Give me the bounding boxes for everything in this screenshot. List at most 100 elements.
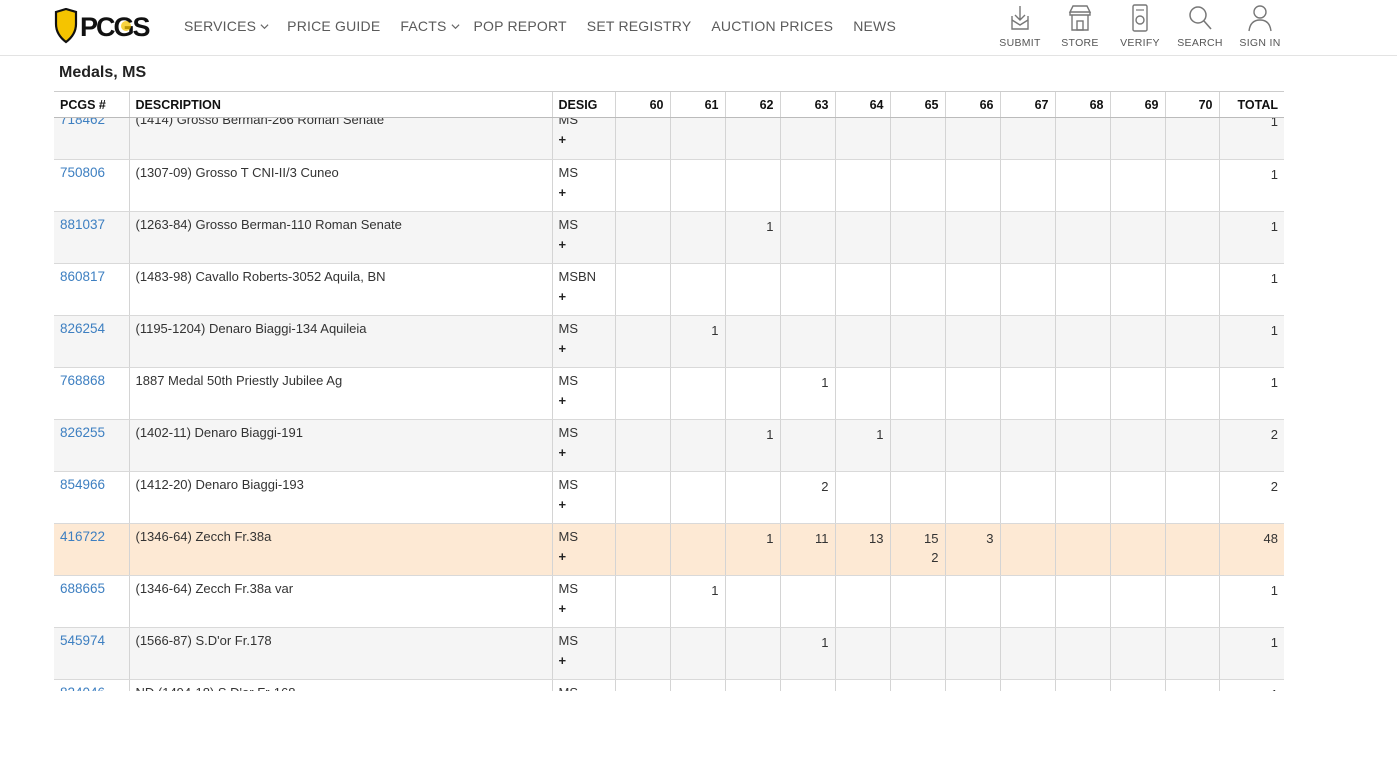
grade-cell-63[interactable]: 2 [779, 471, 835, 524]
grade-cell-67 [999, 419, 1055, 472]
store-button[interactable]: STORE [1050, 3, 1110, 49]
grade-count: 1 [766, 426, 774, 442]
grade-cell-61[interactable]: 1 [669, 575, 725, 628]
grade-cell-64[interactable]: 1 [834, 419, 890, 472]
grade-cell-63 [779, 575, 835, 628]
grade-cell-62 [724, 471, 780, 524]
grade-cell-66 [944, 211, 1000, 264]
grade-cell-64[interactable]: 13 [834, 523, 890, 576]
grade-cell-69 [1109, 211, 1165, 264]
grade-cell-61[interactable]: 1 [669, 315, 725, 368]
table-row: 688665 (1346-64) Zecch Fr.38a var MS +1 1 [54, 575, 1284, 628]
grade-cell-64 [834, 575, 890, 628]
grade-cell-65[interactable]: 15 2 [889, 523, 945, 576]
grade-cell-68 [1054, 679, 1110, 691]
grade-cell-62[interactable]: 1 [724, 211, 780, 264]
nav-news[interactable]: NEWS [853, 18, 896, 34]
grade-cell-64 [834, 118, 890, 160]
pcgs-number-link[interactable]: 881037 [54, 211, 129, 264]
table-row: 768868 1887 Medal 50th Priestly Jubilee A… [54, 367, 1284, 420]
grade-cell-67 [999, 367, 1055, 420]
nav-label: SET REGISTRY [586, 18, 692, 34]
pcgs-number-link[interactable]: 768868 [54, 367, 129, 420]
grade-cell-60 [614, 419, 670, 472]
table-body: 718462 (1414) Grosso Berman-266 Roman Sen… [54, 118, 1284, 691]
pcgs-logo[interactable]: PCGS [54, 8, 152, 44]
grade-cell-62[interactable]: 1 [724, 523, 780, 576]
grade-cell-63[interactable]: 1 [779, 627, 835, 680]
header-70: 70 [1164, 91, 1219, 118]
description-cell: (1483-98) Cavallo Roberts-3052 Aquila, B… [128, 263, 552, 316]
pcgs-number-link[interactable]: 718462 [54, 118, 129, 160]
grade-cell-64 [834, 471, 890, 524]
grade-cell-70 [1164, 627, 1219, 680]
nav-facts[interactable]: FACTS [400, 18, 460, 34]
verify-button[interactable]: VERIFY [1110, 3, 1170, 49]
header-62: 62 [724, 91, 780, 118]
pcgs-number-link[interactable]: 860817 [54, 263, 129, 316]
nav-auction-prices[interactable]: AUCTION PRICES [711, 18, 833, 34]
search-button[interactable]: SEARCH [1170, 3, 1230, 49]
pcgs-number-link[interactable]: 826254 [54, 315, 129, 368]
grade-cell-61 [669, 118, 725, 160]
desig-cell: MS + [551, 159, 615, 212]
grade-cell-69 [1109, 419, 1165, 472]
verify-icon [1132, 4, 1148, 32]
pcgs-number-link[interactable]: 750806 [54, 159, 129, 212]
main-nav: SERVICES PRICE GUIDE FACTS POP REPORT SET RE… [184, 18, 916, 34]
action-label: STORE [1061, 37, 1099, 49]
description-cell: (1346-64) Zecch Fr.38a var [128, 575, 552, 628]
pcgs-number-link[interactable]: 416722 [54, 523, 129, 576]
submit-button[interactable]: SUBMIT [990, 3, 1050, 49]
grade-cell-65 [889, 159, 945, 212]
grade-cell-69 [1109, 679, 1165, 691]
sign-in-button[interactable]: SIGN IN [1230, 3, 1290, 49]
grade-cell-61 [669, 211, 725, 264]
grade-cell-64 [834, 367, 890, 420]
grade-cell-69 [1109, 263, 1165, 316]
grade-cell-63[interactable]: 1 [779, 367, 835, 420]
nav-services[interactable]: SERVICES [184, 18, 269, 34]
pcgs-number-link[interactable]: 826255 [54, 419, 129, 472]
pcgs-number-link[interactable]: 854966 [54, 471, 129, 524]
nav-price-guide[interactable]: PRICE GUIDE [287, 18, 380, 34]
grade-cell-62[interactable]: 1 [724, 419, 780, 472]
grade-cell-66 [944, 679, 1000, 691]
grade-cell-61 [669, 523, 725, 576]
grade-count: 1 [711, 582, 719, 598]
total-cell: 1 [1218, 575, 1284, 628]
grade-cell-70 [1164, 679, 1219, 691]
nav-pop-report[interactable]: POP REPORT [474, 18, 567, 34]
grade-count: 15 [924, 530, 939, 546]
grade-cell-69 [1109, 523, 1165, 576]
header-65: 65 [889, 91, 945, 118]
description-cell: 1887 Medal 50th Priestly Jubilee Ag [128, 367, 552, 420]
grade-cell-65 [889, 419, 945, 472]
desig-value: MS [558, 528, 579, 544]
grade-cell-66[interactable]: 3 [944, 523, 1000, 576]
grade-cell-62 [724, 159, 780, 212]
grade-cell-60 [614, 523, 670, 576]
grade-cell-63 [779, 419, 835, 472]
total-cell: 1 [1218, 118, 1284, 160]
grade-cell-70 [1164, 367, 1219, 420]
table-row: 750806 (1307-09) Grosso T CNI-II/3 Cuneo M… [54, 159, 1284, 212]
grade-cell-68 [1054, 419, 1110, 472]
table-row: 860817 (1483-98) Cavallo Roberts-3052 Aqu… [54, 263, 1284, 316]
grade-cell-66 [944, 263, 1000, 316]
pcgs-number-link[interactable]: 824046 [54, 679, 129, 691]
nav-label: AUCTION PRICES [711, 18, 834, 34]
grade-cell-67 [999, 315, 1055, 368]
grade-count: 13 [869, 530, 884, 546]
grade-count: 1 [766, 530, 774, 546]
desig-value: MS [558, 320, 579, 336]
grade-cell-69 [1109, 627, 1165, 680]
grade-cell-68 [1054, 367, 1110, 420]
grade-cell-67 [999, 575, 1055, 628]
grade-cell-63[interactable]: 11 [779, 523, 835, 576]
pcgs-number-link[interactable]: 688665 [54, 575, 129, 628]
nav-set-registry[interactable]: SET REGISTRY [587, 18, 692, 34]
search-icon [1189, 6, 1212, 30]
pcgs-number-link[interactable]: 545974 [54, 627, 129, 680]
header-66: 66 [944, 91, 1000, 118]
